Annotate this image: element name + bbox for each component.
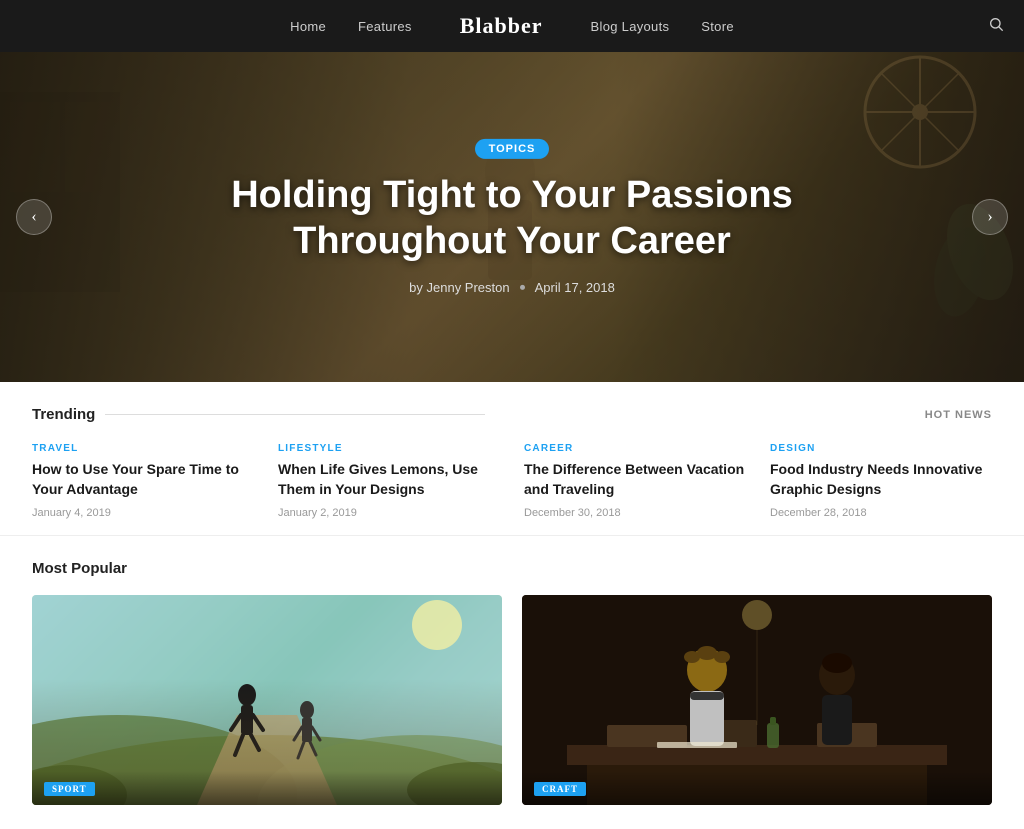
popular-card-0[interactable]: SPORT: [32, 595, 502, 805]
trending-grid: TRAVEL How to Use Your Spare Time to You…: [32, 443, 992, 519]
popular-section: Most Popular: [0, 536, 1024, 829]
trending-card-date-0: January 4, 2019: [32, 507, 254, 519]
trending-card-date-2: December 30, 2018: [524, 507, 746, 519]
navbar: Home Features Blabber Blog Layouts Store: [0, 0, 1024, 52]
nav-blog-layouts[interactable]: Blog Layouts: [591, 19, 670, 34]
hero-topic-badge[interactable]: TOPICS: [475, 139, 550, 159]
trending-card-date-1: January 2, 2019: [278, 507, 500, 519]
nav-features[interactable]: Features: [358, 19, 412, 34]
trending-category-0[interactable]: TRAVEL: [32, 443, 254, 454]
trending-card-0: TRAVEL How to Use Your Spare Time to You…: [32, 443, 254, 519]
hero-next-button[interactable]: ›: [972, 199, 1008, 235]
trending-section: Trending HOT NEWS TRAVEL How to Use Your…: [0, 382, 1024, 536]
popular-card-image-1: CRAFT: [522, 595, 992, 805]
popular-card-label-0: SPORT: [32, 771, 502, 805]
trending-card-title-0[interactable]: How to Use Your Spare Time to Your Advan…: [32, 460, 254, 499]
hero-content: TOPICS Holding Tight to Your Passions Th…: [0, 139, 1024, 295]
trending-card-date-3: December 28, 2018: [770, 507, 992, 519]
trending-card-title-1[interactable]: When Life Gives Lemons, Use Them in Your…: [278, 460, 500, 499]
site-logo[interactable]: Blabber: [460, 13, 543, 39]
hero-meta: by Jenny Preston April 17, 2018: [120, 280, 904, 295]
trending-title: Trending: [32, 406, 485, 423]
hero-author: by Jenny Preston: [409, 280, 509, 295]
trending-card-title-3[interactable]: Food Industry Needs Innovative Graphic D…: [770, 460, 992, 499]
popular-card-badge-1[interactable]: CRAFT: [534, 782, 586, 796]
hot-news-label: HOT NEWS: [925, 409, 992, 421]
search-icon[interactable]: [988, 16, 1004, 37]
nav-home[interactable]: Home: [290, 19, 326, 34]
hero-title: Holding Tight to Your Passions Throughou…: [120, 173, 904, 264]
nav-store[interactable]: Store: [701, 19, 734, 34]
trending-card-2: CAREER The Difference Between Vacation a…: [524, 443, 746, 519]
trending-card-title-2[interactable]: The Difference Between Vacation and Trav…: [524, 460, 746, 499]
trending-category-3[interactable]: DESIGN: [770, 443, 992, 454]
hero-prev-button[interactable]: ‹: [16, 199, 52, 235]
trending-category-1[interactable]: LIFESTYLE: [278, 443, 500, 454]
nav-links: Home Features Blabber Blog Layouts Store: [290, 13, 734, 39]
hero-meta-separator: [520, 285, 525, 290]
popular-title: Most Popular: [32, 560, 992, 577]
trending-card-3: DESIGN Food Industry Needs Innovative Gr…: [770, 443, 992, 519]
hero-date: April 17, 2018: [535, 280, 615, 295]
popular-card-image-0: SPORT: [32, 595, 502, 805]
popular-grid: SPORT: [32, 595, 992, 805]
popular-card-label-1: CRAFT: [522, 771, 992, 805]
trending-header: Trending HOT NEWS: [32, 406, 992, 423]
logo-accent: b: [508, 13, 521, 38]
trending-card-1: LIFESTYLE When Life Gives Lemons, Use Th…: [278, 443, 500, 519]
popular-card-badge-0[interactable]: SPORT: [44, 782, 95, 796]
popular-card-1[interactable]: CRAFT: [522, 595, 992, 805]
trending-category-2[interactable]: CAREER: [524, 443, 746, 454]
hero-section: ‹ TOPICS Holding Tight to Your Passions …: [0, 52, 1024, 382]
